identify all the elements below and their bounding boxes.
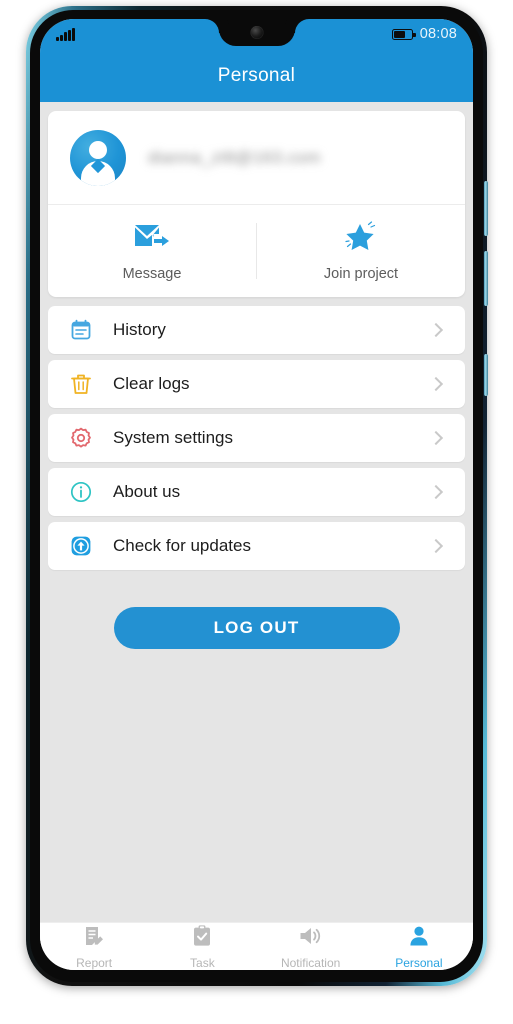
display-notch xyxy=(218,19,295,46)
update-arrow-icon xyxy=(68,533,94,559)
gear-icon xyxy=(68,425,94,451)
menu-item-clear-logs[interactable]: Clear logs xyxy=(48,360,465,408)
battery-fill xyxy=(393,30,405,38)
settings-menu-list: History Clear logs System settings About… xyxy=(48,306,465,570)
user-avatar-icon xyxy=(70,129,126,186)
menu-item-system-settings[interactable]: System settings xyxy=(48,414,465,462)
menu-item-check-for-updates[interactable]: Check for updates xyxy=(48,522,465,570)
status-bar-right: 08:08 xyxy=(391,26,457,42)
power-button[interactable] xyxy=(484,354,488,396)
quick-action-join-project[interactable]: Join project xyxy=(257,205,465,297)
profile-row[interactable]: dianna_zt8@163.com xyxy=(48,111,465,205)
star-sparkle-icon xyxy=(341,220,381,256)
phone-bezel: 08:08 Personal dianna_zt8@163.com Messag… xyxy=(30,10,483,982)
menu-item-label: System settings xyxy=(113,428,233,447)
volume-up-button[interactable] xyxy=(484,181,488,236)
quick-action-message[interactable]: Message xyxy=(48,205,256,297)
chevron-right-icon xyxy=(428,538,444,554)
trash-icon xyxy=(68,371,94,397)
quick-action-label: Message xyxy=(122,265,182,282)
person-icon xyxy=(407,924,431,953)
menu-item-history[interactable]: History xyxy=(48,306,465,354)
battery-icon xyxy=(391,28,416,40)
menu-item-about-us[interactable]: About us xyxy=(48,468,465,516)
profile-card: dianna_zt8@163.com Message Join project xyxy=(48,111,465,297)
nav-item-task[interactable]: Task xyxy=(148,924,256,970)
speaker-icon xyxy=(298,924,324,953)
phone-frame: 08:08 Personal dianna_zt8@163.com Messag… xyxy=(26,6,488,986)
phone-screen: 08:08 Personal dianna_zt8@163.com Messag… xyxy=(40,19,473,970)
menu-item-label: Clear logs xyxy=(113,374,190,393)
nav-item-notification[interactable]: Notification xyxy=(257,924,365,970)
front-camera-icon xyxy=(250,26,263,39)
nav-item-label: Task xyxy=(190,955,215,970)
page-title: Personal xyxy=(217,64,296,86)
logout-section: LOG OUT xyxy=(48,607,465,649)
clipboard-check-icon xyxy=(190,924,214,953)
nav-item-label: Personal xyxy=(395,955,443,970)
nav-item-label: Notification xyxy=(280,955,341,970)
app-bar: Personal xyxy=(40,49,473,102)
report-edit-icon xyxy=(82,924,106,953)
status-time: 08:08 xyxy=(419,26,457,42)
nav-item-report[interactable]: Report xyxy=(40,924,148,970)
info-circle-icon xyxy=(68,479,94,505)
chevron-right-icon xyxy=(428,322,444,338)
quick-action-label: Join project xyxy=(323,265,399,282)
menu-item-label: History xyxy=(113,320,166,339)
logout-button[interactable]: LOG OUT xyxy=(113,607,400,649)
page-content: dianna_zt8@163.com Message Join project … xyxy=(40,102,473,951)
calendar-list-icon xyxy=(68,317,94,343)
nav-item-personal[interactable]: Personal xyxy=(365,924,473,970)
chevron-right-icon xyxy=(428,484,444,500)
profile-email: dianna_zt8@163.com xyxy=(148,147,321,167)
chevron-right-icon xyxy=(428,430,444,446)
chevron-right-icon xyxy=(428,376,444,392)
bottom-navigation-bar: Report Task Notification Personal xyxy=(40,922,473,970)
quick-actions-row: Message Join project xyxy=(48,205,465,297)
menu-item-label: About us xyxy=(113,482,181,501)
signal-bars-icon xyxy=(56,27,75,41)
volume-down-button[interactable] xyxy=(484,251,488,306)
menu-item-label: Check for updates xyxy=(113,536,251,555)
mail-forward-icon xyxy=(132,221,172,256)
nav-item-label: Report xyxy=(76,955,113,970)
